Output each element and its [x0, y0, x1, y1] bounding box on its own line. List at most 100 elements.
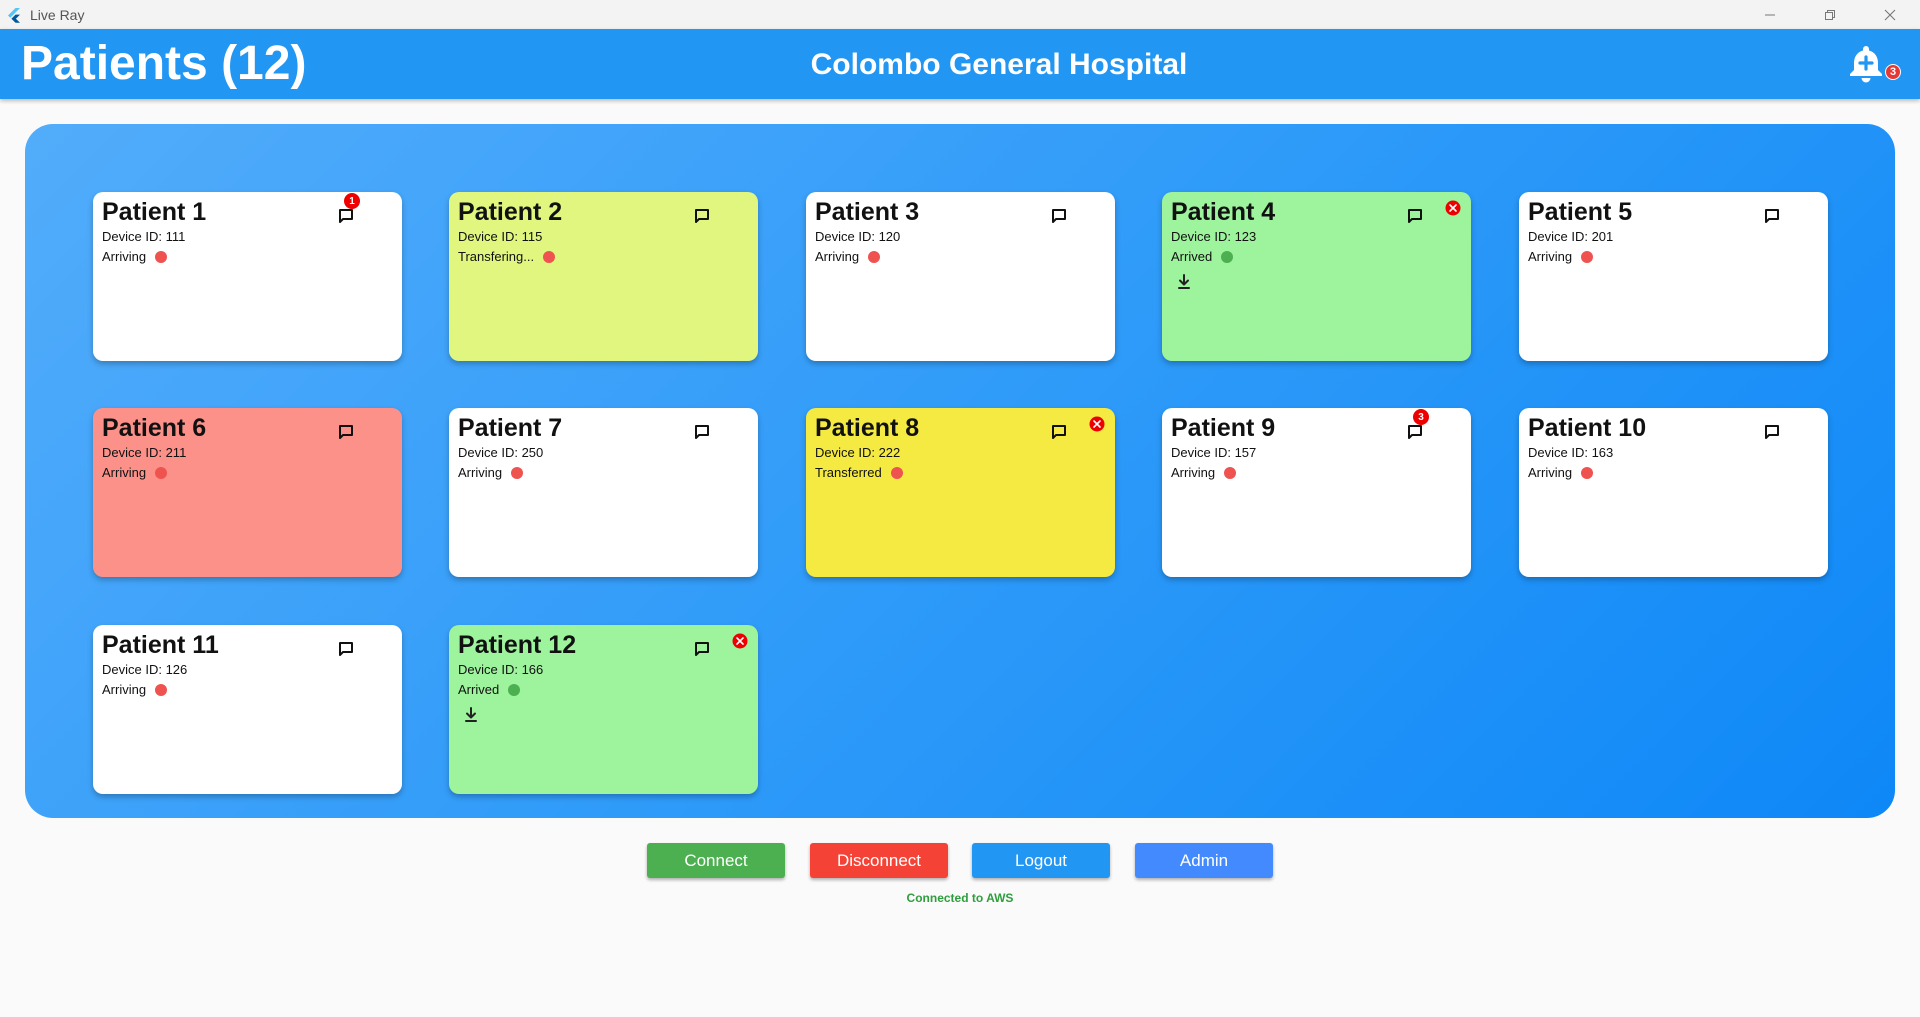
- disconnect-button[interactable]: Disconnect: [810, 843, 948, 878]
- patient-card[interactable]: Patient 4 Device ID: 123 Arrived: [1162, 192, 1471, 361]
- patient-card[interactable]: Patient 7 Device ID: 250 Arriving: [449, 408, 758, 577]
- logout-button[interactable]: Logout: [972, 843, 1110, 878]
- patient-card[interactable]: Patient 5 Device ID: 201 Arriving: [1519, 192, 1828, 361]
- device-id: Device ID: 166: [458, 662, 544, 677]
- status-row: Transferred: [815, 465, 903, 481]
- patient-status: Arriving: [1528, 465, 1573, 480]
- device-id: Device ID: 123: [1171, 229, 1257, 244]
- status-dot-icon: [155, 684, 168, 696]
- status-row: Arriving: [102, 249, 168, 265]
- patient-status: Arriving: [102, 682, 147, 697]
- patient-name: Patient 4: [1171, 198, 1276, 226]
- patient-name: Patient 11: [102, 631, 219, 659]
- remove-patient-icon[interactable]: [732, 633, 748, 649]
- patient-status: Transfering...: [458, 249, 535, 264]
- status-row: Arriving: [458, 465, 524, 481]
- window-title: Live Ray: [30, 6, 85, 23]
- flutter-logo-icon: [8, 7, 20, 23]
- status-dot-icon: [1581, 467, 1594, 479]
- device-id: Device ID: 120: [815, 229, 901, 244]
- patient-name: Patient 5: [1528, 198, 1633, 226]
- patient-name: Patient 10: [1528, 414, 1647, 442]
- patient-name: Patient 8: [815, 414, 920, 442]
- status-dot-icon: [1581, 251, 1594, 263]
- status-row: Arrived: [1171, 249, 1234, 265]
- patient-status: Arriving: [1528, 249, 1573, 264]
- patient-card[interactable]: Patient 11 Device ID: 126 Arriving: [93, 625, 402, 794]
- device-id: Device ID: 163: [1528, 445, 1614, 460]
- chat-icon[interactable]: [692, 422, 712, 442]
- patient-status: Arriving: [102, 465, 147, 480]
- patient-name: Patient 3: [815, 198, 920, 226]
- chat-icon[interactable]: [1762, 422, 1782, 442]
- patient-card[interactable]: Patient 3 Device ID: 120 Arriving: [806, 192, 1115, 361]
- status-row: Arriving: [1528, 465, 1594, 481]
- chat-icon[interactable]: [1762, 206, 1782, 226]
- patient-card[interactable]: Patient 6 Device ID: 211 Arriving: [93, 408, 402, 577]
- patient-card[interactable]: Patient 9 Device ID: 157 Arriving 3: [1162, 408, 1471, 577]
- patient-card[interactable]: Patient 1 Device ID: 111 Arriving 1: [93, 192, 402, 361]
- minimize-button[interactable]: [1740, 0, 1800, 29]
- device-id: Device ID: 250: [458, 445, 544, 460]
- patient-name: Patient 9: [1171, 414, 1276, 442]
- patients-panel: Patient 1 Device ID: 111 Arriving 1 Pati…: [25, 124, 1895, 818]
- patient-status: Arriving: [815, 249, 860, 264]
- patient-card[interactable]: Patient 8 Device ID: 222 Transferred: [806, 408, 1115, 577]
- status-dot-icon: [155, 467, 168, 479]
- status-row: Arriving: [1171, 465, 1237, 481]
- patient-card[interactable]: Patient 2 Device ID: 115 Transfering...: [449, 192, 758, 361]
- chat-icon[interactable]: [336, 422, 356, 442]
- chat-icon[interactable]: [336, 639, 356, 659]
- status-dot-icon: [1221, 251, 1234, 263]
- message-count-badge: 3: [1413, 409, 1429, 425]
- app-header: Patients (12) Colombo General Hospital 3: [0, 29, 1920, 99]
- window-controls: [1740, 0, 1920, 29]
- status-row: Arriving: [102, 465, 168, 481]
- patient-status: Arrived: [458, 682, 500, 697]
- minimize-icon: [1765, 14, 1775, 15]
- status-dot-icon: [1224, 467, 1237, 479]
- device-id: Device ID: 211: [102, 445, 187, 460]
- patient-name: Patient 2: [458, 198, 563, 226]
- remove-patient-icon[interactable]: [1089, 416, 1105, 432]
- status-row: Arriving: [102, 682, 168, 698]
- status-row: Arriving: [815, 249, 881, 265]
- chat-icon[interactable]: [1405, 206, 1425, 226]
- restore-icon: [1825, 9, 1835, 20]
- patient-name: Patient 7: [458, 414, 563, 442]
- device-id: Device ID: 222: [815, 445, 901, 460]
- notification-bell-icon[interactable]: [1846, 43, 1886, 83]
- download-icon[interactable]: [463, 706, 479, 724]
- patient-status: Arrived: [1171, 249, 1213, 264]
- remove-patient-icon[interactable]: [1445, 200, 1461, 216]
- status-row: Arrived: [458, 682, 521, 698]
- patient-card[interactable]: Patient 12 Device ID: 166 Arrived: [449, 625, 758, 794]
- restore-button[interactable]: [1800, 0, 1860, 29]
- patient-status: Arriving: [458, 465, 503, 480]
- chat-icon[interactable]: [1049, 206, 1069, 226]
- chat-icon[interactable]: [692, 639, 712, 659]
- window-titlebar: Live Ray: [0, 0, 1920, 29]
- status-row: Arriving: [1528, 249, 1594, 265]
- notification-count-badge: 3: [1885, 64, 1901, 80]
- chat-icon[interactable]: [1049, 422, 1069, 442]
- patient-name: Patient 12: [458, 631, 577, 659]
- device-id: Device ID: 157: [1171, 445, 1257, 460]
- patient-status: Arriving: [102, 249, 147, 264]
- chat-icon[interactable]: [336, 206, 356, 226]
- close-window-button[interactable]: [1860, 0, 1920, 29]
- connect-button[interactable]: Connect: [647, 843, 785, 878]
- connection-status: Connected to AWS: [906, 891, 1014, 905]
- device-id: Device ID: 111: [102, 229, 186, 244]
- chat-icon[interactable]: [1405, 422, 1425, 442]
- patient-card[interactable]: Patient 10 Device ID: 163 Arriving: [1519, 408, 1828, 577]
- chat-icon[interactable]: [692, 206, 712, 226]
- device-id: Device ID: 201: [1528, 229, 1614, 244]
- admin-button[interactable]: Admin: [1135, 843, 1273, 878]
- status-dot-icon: [868, 251, 881, 263]
- message-count-badge: 1: [344, 193, 360, 209]
- download-icon[interactable]: [1176, 273, 1192, 291]
- status-dot-icon: [543, 251, 556, 263]
- device-id: Device ID: 115: [458, 229, 543, 244]
- status-dot-icon: [511, 467, 524, 479]
